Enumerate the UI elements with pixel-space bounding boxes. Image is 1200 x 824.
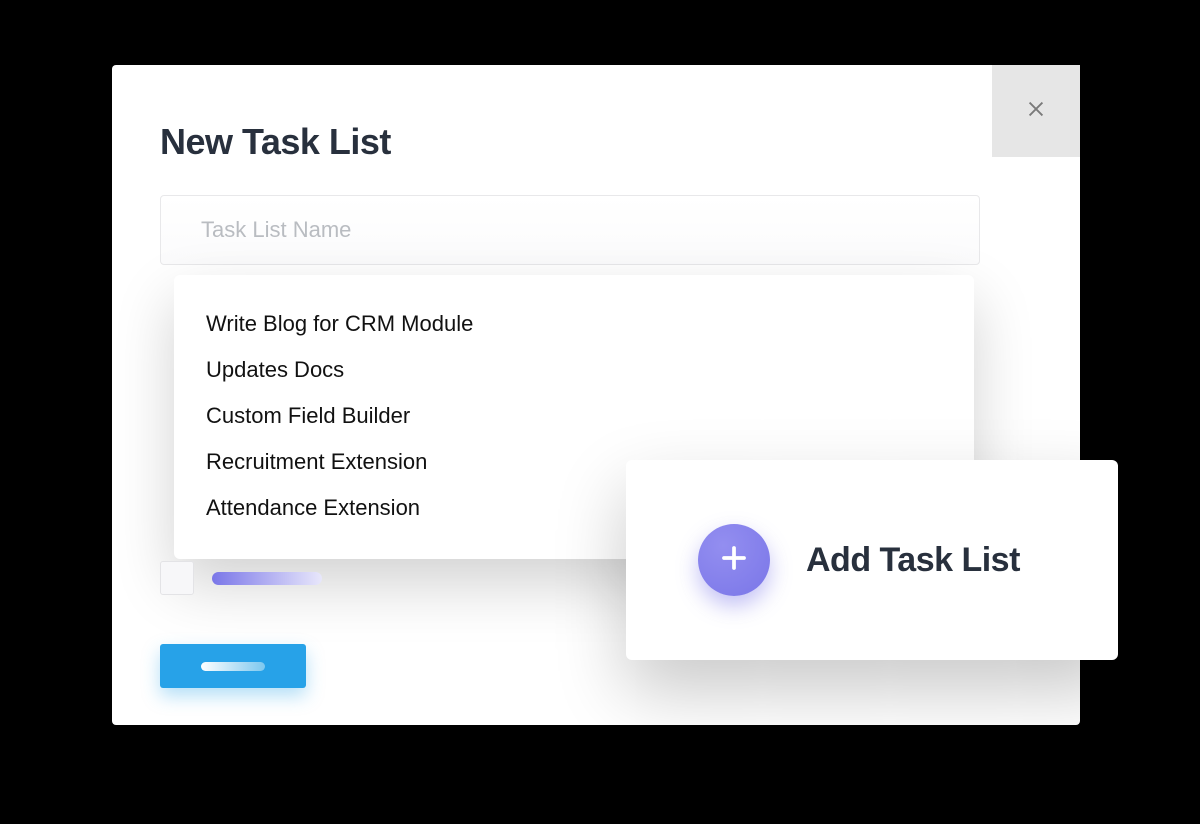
add-task-list-label: Add Task List xyxy=(806,541,1020,580)
submit-button[interactable] xyxy=(160,644,306,688)
suggestion-item[interactable]: Updates Docs xyxy=(174,347,974,393)
add-task-list-card[interactable]: Add Task List xyxy=(626,460,1118,660)
submit-label-placeholder xyxy=(201,662,265,671)
modal-title: New Task List xyxy=(160,121,391,163)
option-row xyxy=(160,561,322,595)
close-button[interactable] xyxy=(992,65,1080,157)
option-checkbox[interactable] xyxy=(160,561,194,595)
option-label-placeholder xyxy=(212,572,322,585)
suggestion-item[interactable]: Custom Field Builder xyxy=(174,393,974,439)
plus-circle xyxy=(698,524,770,596)
close-icon xyxy=(1025,98,1047,125)
suggestion-item[interactable]: Write Blog for CRM Module xyxy=(174,301,974,347)
plus-icon xyxy=(719,543,749,578)
task-list-name-input[interactable] xyxy=(160,195,980,265)
